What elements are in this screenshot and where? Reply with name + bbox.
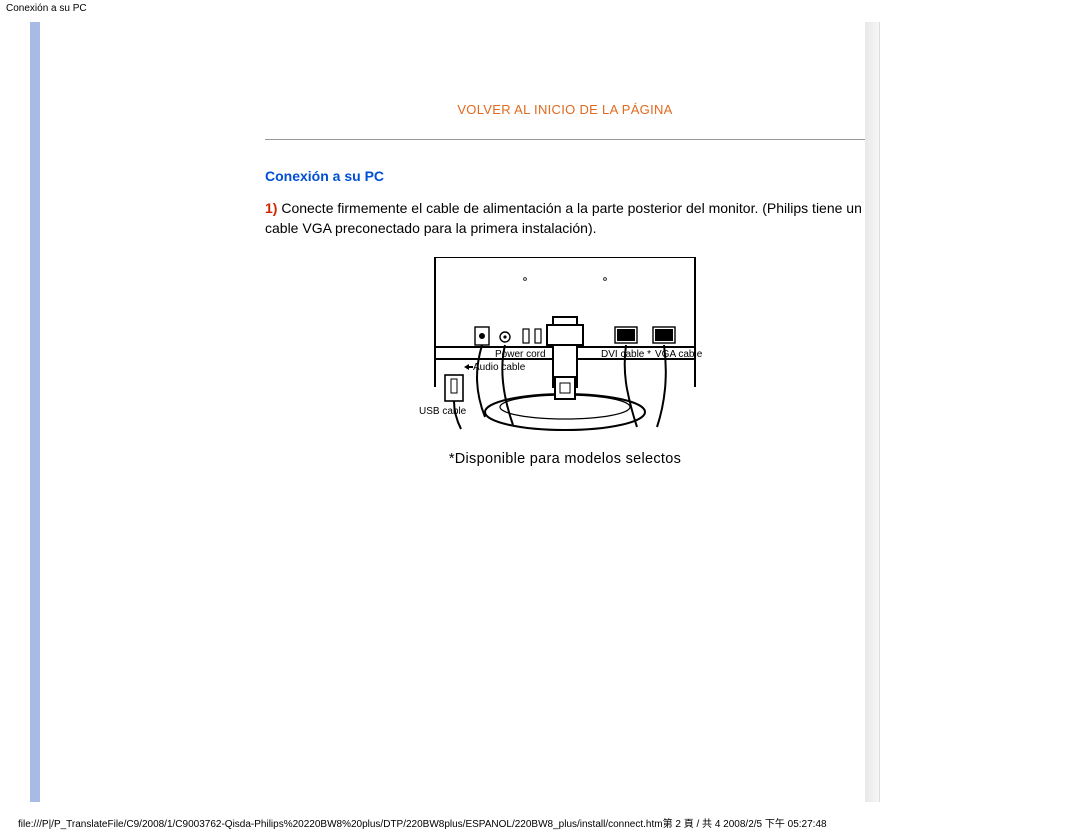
step-1-text: 1) Conecte firmemente el cable de alimen…	[265, 198, 865, 239]
label-usb-cable: USB cable	[419, 406, 467, 417]
page-print-header: Conexión a su PC	[0, 0, 1080, 22]
label-power-cord: Power cord	[495, 349, 546, 360]
outer-frame: VOLVER AL INICIO DE LA PÁGINA Conexión a…	[30, 22, 1050, 802]
label-dvi-cable: DVI cable *	[601, 349, 651, 360]
back-to-top-link[interactable]: VOLVER AL INICIO DE LA PÁGINA	[265, 102, 865, 117]
diagram-container: Power cord Audio cable USB cable DVI cab…	[405, 257, 725, 467]
label-audio-cable: Audio cable	[473, 362, 526, 373]
content-column: VOLVER AL INICIO DE LA PÁGINA Conexión a…	[265, 22, 865, 802]
diagram-caption: *Disponible para modelos selectos	[405, 451, 725, 467]
right-divider	[865, 22, 880, 802]
label-vga-cable: VGA cable	[655, 349, 703, 360]
inner-frame: VOLVER AL INICIO DE LA PÁGINA Conexión a…	[40, 22, 1050, 802]
divider	[265, 139, 865, 140]
step-number: 1)	[265, 200, 277, 216]
monitor-back-diagram: Power cord Audio cable USB cable DVI cab…	[405, 257, 725, 437]
page-print-footer: file:///P|/P_TranslateFile/C9/2008/1/C90…	[0, 815, 1080, 830]
section-title: Conexión a su PC	[265, 168, 865, 184]
step-body: Conecte firmemente el cable de alimentac…	[265, 200, 862, 236]
arrow-icon	[464, 364, 473, 370]
